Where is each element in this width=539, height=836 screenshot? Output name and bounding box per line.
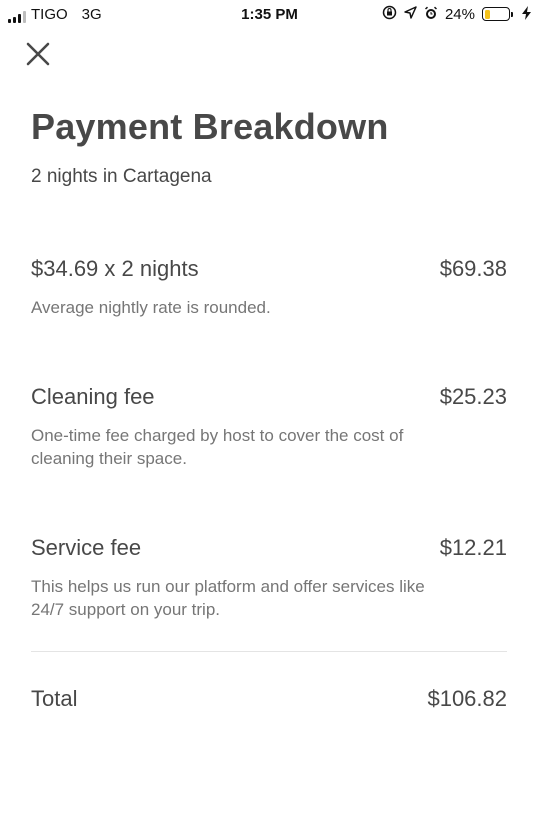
- nightly-rate-amount: $69.38: [439, 256, 507, 281]
- nightly-rate-row: $34.69 x 2 nights $69.38 Average nightly…: [31, 256, 507, 319]
- nightly-rate-label: $34.69 x 2 nights: [31, 256, 199, 281]
- cleaning-fee-row: Cleaning fee $25.23 One-time fee charged…: [31, 384, 507, 470]
- total-row: Total $106.82: [31, 686, 507, 712]
- status-bar: TIGO 3G 1:35 PM 24%: [0, 0, 539, 30]
- total-amount: $106.82: [427, 686, 507, 711]
- battery-percent: 24%: [444, 5, 475, 23]
- service-fee-description: This helps us run our platform and offer…: [31, 577, 425, 619]
- location-icon: [404, 6, 417, 22]
- close-icon: [26, 42, 50, 66]
- service-fee-amount: $12.21: [439, 535, 507, 560]
- status-right: 24%: [382, 5, 531, 23]
- cleaning-fee-label: Cleaning fee: [31, 384, 155, 409]
- close-button[interactable]: [26, 42, 50, 66]
- cleaning-fee-description: One-time fee charged by host to cover th…: [31, 426, 404, 468]
- lock-rotation-icon: [382, 5, 397, 23]
- alarm-icon: [424, 6, 438, 23]
- nightly-rate-description: Average nightly rate is rounded.: [31, 298, 271, 317]
- service-fee-label: Service fee: [31, 535, 142, 560]
- page-title: Payment Breakdown: [31, 106, 389, 147]
- divider: [31, 651, 507, 652]
- battery-icon: [482, 7, 513, 21]
- cleaning-fee-amount: $25.23: [439, 384, 507, 409]
- total-label: Total: [31, 686, 78, 711]
- service-fee-row: Service fee $12.21 This helps us run our…: [31, 535, 507, 621]
- page-subtitle: 2 nights in Cartagena: [31, 166, 212, 187]
- charging-icon: [522, 5, 531, 23]
